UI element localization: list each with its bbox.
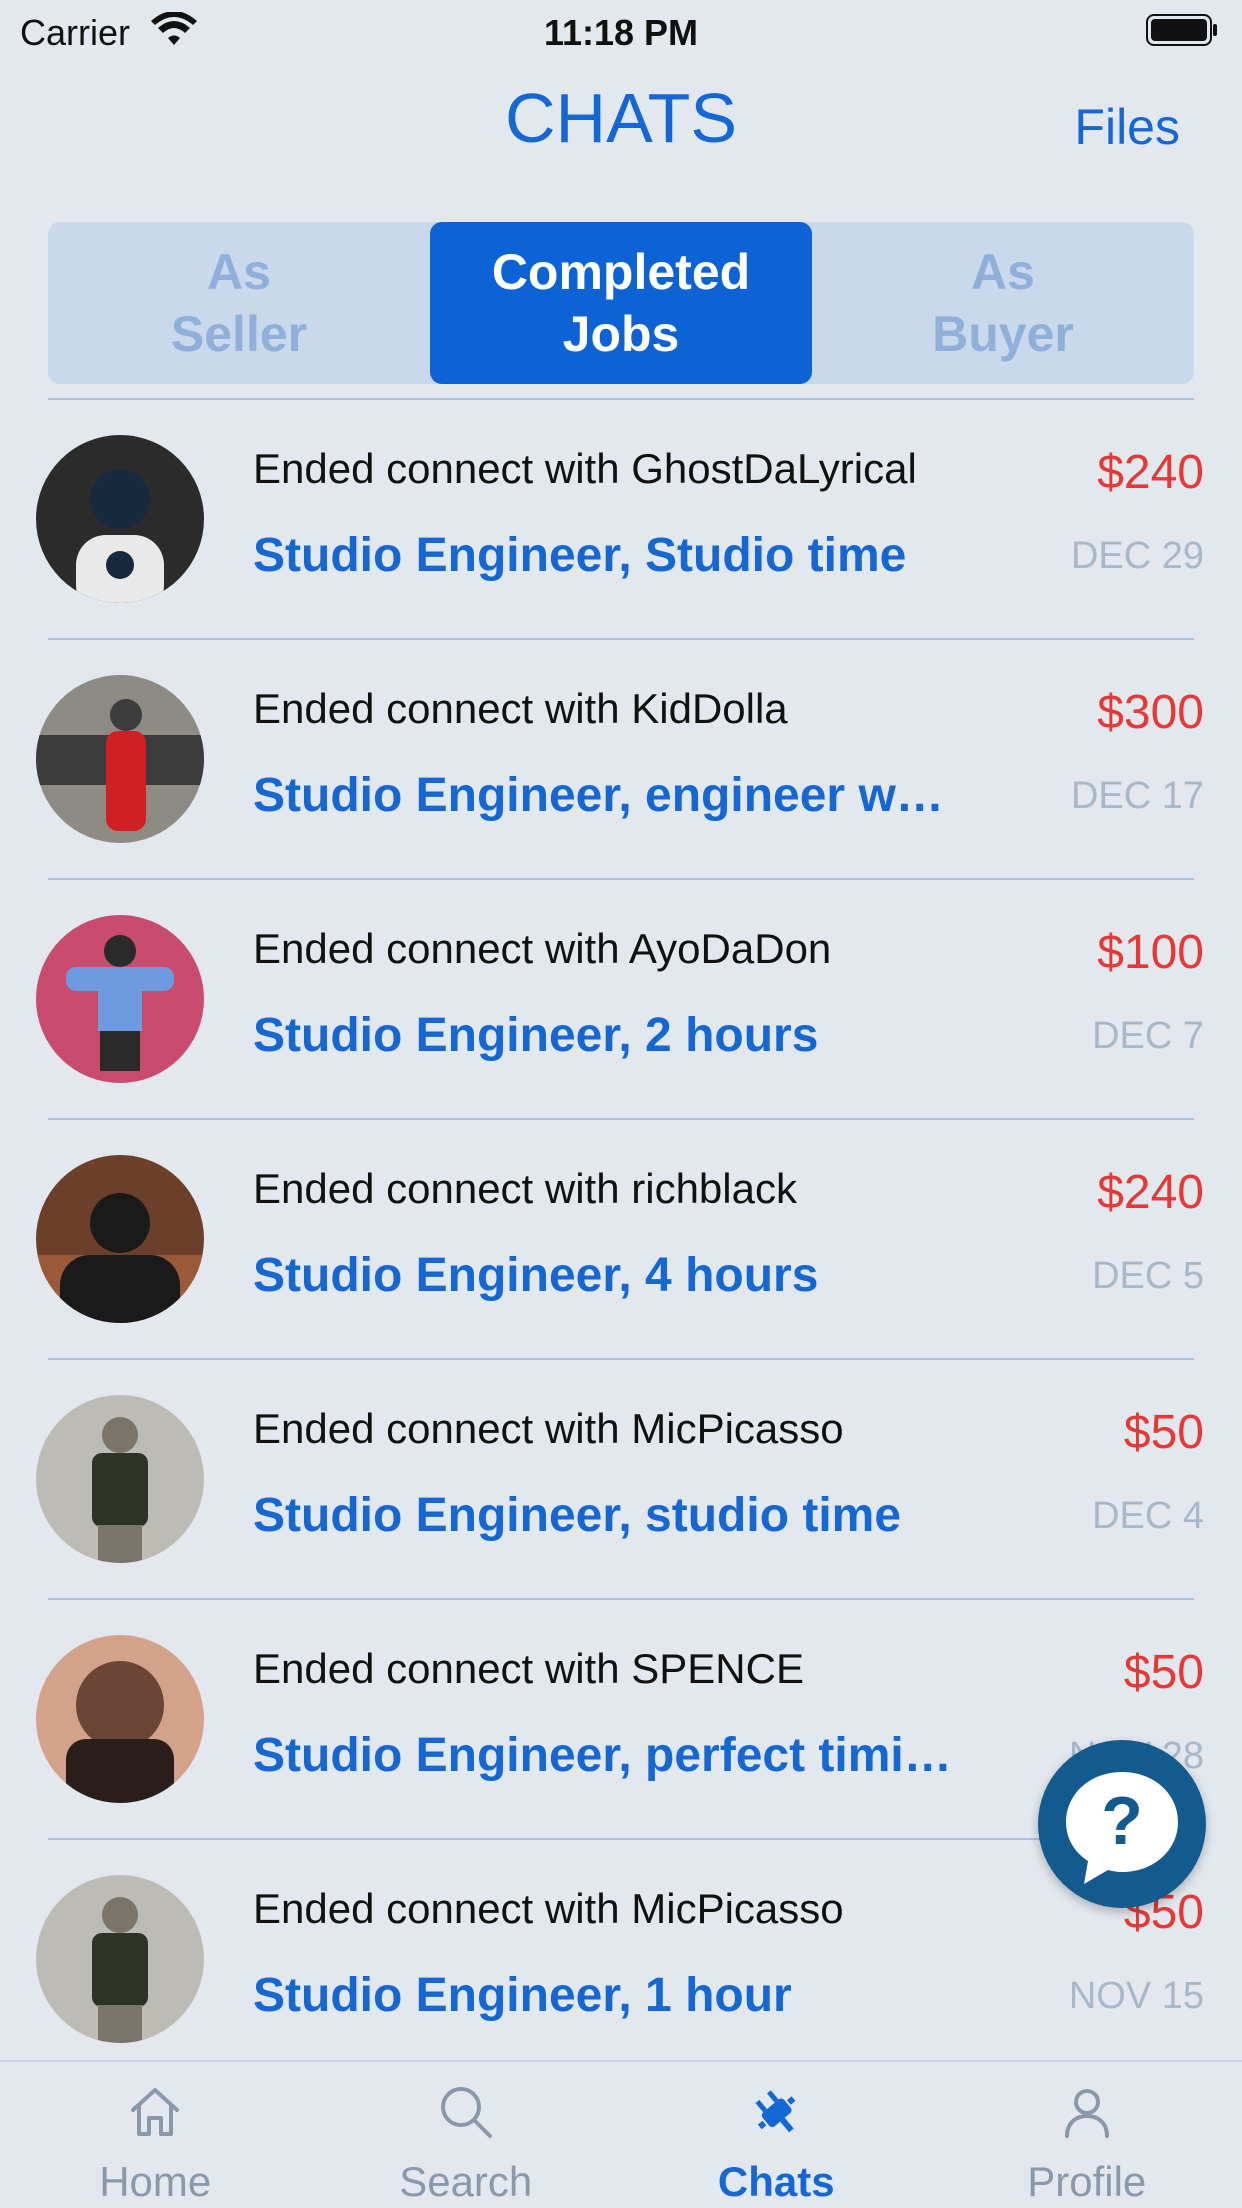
chat-date: DEC 5: [1092, 1255, 1204, 1297]
chat-price: $240: [1097, 446, 1204, 499]
chat-price: $300: [1097, 686, 1204, 739]
chat-date: DEC 29: [1070, 535, 1204, 577]
chat-row[interactable]: Ended connect with richblack Studio Engi…: [36, 1120, 1204, 1360]
segment-as-buyer[interactable]: As Buyer: [812, 222, 1194, 384]
tab-label: Chats: [717, 2158, 835, 2205]
chat-price: $100: [1097, 926, 1204, 979]
chat-date: DEC 4: [1092, 1495, 1204, 1537]
plug-icon: [755, 2090, 796, 2133]
status-time: 11:18 PM: [543, 12, 699, 53]
chat-price: $50: [1123, 1646, 1204, 1699]
chat-title: Ended connect with AyoDaDon: [253, 925, 832, 972]
home-icon: [131, 2088, 180, 2136]
svg-text:?: ?: [1101, 1783, 1143, 1859]
page-title: CHATS: [504, 79, 738, 157]
search-icon: [440, 2087, 492, 2138]
tab-bar: Home Search Chats Profile: [0, 2060, 1242, 2208]
chat-subtitle: Studio Engineer, studio time: [253, 1489, 902, 1542]
chat-date: DEC 17: [1070, 775, 1204, 817]
chat-row[interactable]: Ended connect with AyoDaDon Studio Engin…: [36, 880, 1204, 1120]
tab-home[interactable]: Home: [0, 2062, 311, 2208]
avatar: [36, 1635, 204, 1803]
chat-subtitle: Studio Engineer, 4 hours: [253, 1249, 819, 1302]
chat-subtitle: Studio Engineer, perfect timin…: [253, 1729, 953, 1782]
status-bar: Carrier 11:18 PM: [0, 0, 1242, 62]
avatar: [36, 1875, 204, 2043]
chat-title: Ended connect with SPENCE: [253, 1645, 804, 1692]
chat-subtitle: Studio Engineer, 2 hours: [253, 1009, 819, 1062]
tab-chats[interactable]: Chats: [621, 2062, 932, 2208]
chat-row[interactable]: Ended connect with MicPicasso Studio Eng…: [36, 1840, 1204, 2080]
tab-search[interactable]: Search: [311, 2062, 622, 2208]
battery-icon: [1146, 14, 1218, 46]
chat-subtitle: Studio Engineer, engineer work: [253, 769, 953, 822]
segment-label: As Seller: [170, 244, 308, 362]
chat-row[interactable]: Ended connect with KidDolla Studio Engin…: [36, 640, 1204, 880]
help-button[interactable]: ?: [1038, 1740, 1206, 1908]
chat-date: DEC 7: [1092, 1015, 1204, 1057]
chat-subtitle: Studio Engineer, 1 hour: [253, 1969, 792, 2022]
tab-label: Search: [399, 2158, 533, 2205]
tab-label: Profile: [1027, 2158, 1147, 2205]
person-icon: [1064, 2089, 1109, 2138]
tab-label: Home: [99, 2158, 212, 2205]
avatar: [36, 915, 204, 1083]
segment-completed-jobs[interactable]: Completed Jobs: [430, 222, 812, 384]
chat-row[interactable]: Ended connect with SPENCE Studio Enginee…: [36, 1600, 1204, 1840]
files-button[interactable]: Files: [1074, 98, 1180, 156]
tab-profile[interactable]: Profile: [932, 2062, 1242, 2208]
avatar: [36, 1155, 204, 1323]
chat-price: $50: [1123, 1406, 1204, 1459]
segment-label: Completed Jobs: [491, 244, 751, 362]
question-bubble-icon: ?: [1066, 1772, 1178, 1884]
chat-row[interactable]: Ended connect with GhostDaLyrical Studio…: [36, 400, 1204, 640]
segment-as-seller[interactable]: As Seller: [48, 222, 430, 384]
chat-title: Ended connect with MicPicasso: [253, 1405, 844, 1452]
avatar: [36, 435, 204, 603]
avatar: [36, 675, 204, 843]
chat-title: Ended connect with KidDolla: [253, 685, 788, 732]
segment-label: As Buyer: [932, 244, 1074, 362]
chat-title: Ended connect with MicPicasso: [253, 1885, 844, 1932]
chat-title: Ended connect with GhostDaLyrical: [253, 445, 917, 492]
segmented-control: As Seller Completed Jobs As Buyer: [48, 222, 1194, 384]
chat-price: $240: [1097, 1166, 1204, 1219]
avatar: [36, 1395, 204, 1563]
chat-date: NOV 15: [1068, 1975, 1204, 2017]
chat-row[interactable]: Ended connect with MicPicasso Studio Eng…: [36, 1360, 1204, 1600]
chat-subtitle: Studio Engineer, Studio time: [253, 529, 907, 582]
chat-title: Ended connect with richblack: [253, 1165, 797, 1212]
